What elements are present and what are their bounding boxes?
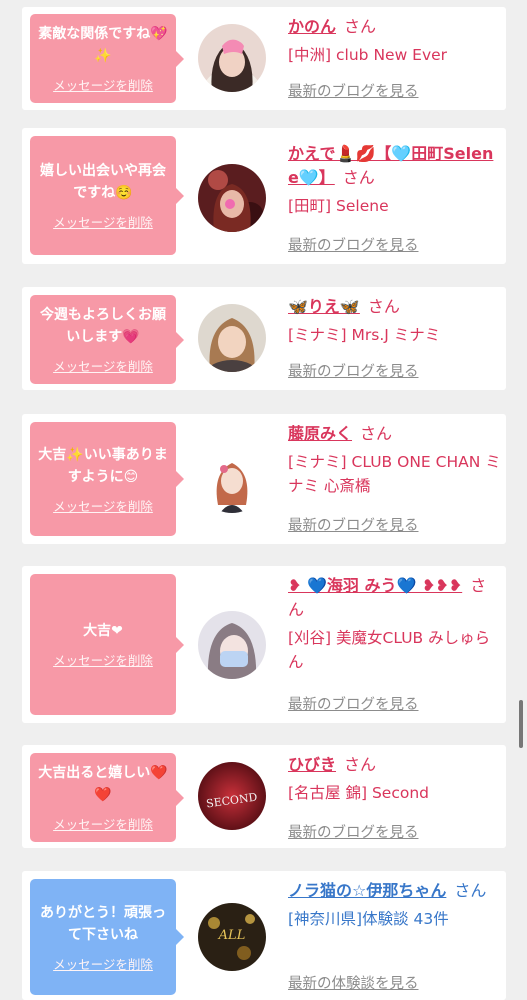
delete-message-link[interactable]: メッセージを削除 [53, 650, 153, 669]
avatar[interactable] [198, 164, 266, 232]
message-text: 大吉出ると嬉しい❤️❤️ [38, 765, 168, 803]
honorific: さん [344, 17, 377, 36]
avatar[interactable]: ALL [198, 903, 266, 971]
honorific: さん [344, 755, 377, 774]
shop-name: [田町] Selene [288, 197, 389, 215]
profile-info: ひびき さん [名古屋 錦] Second [288, 753, 502, 805]
profile-info: ❥ 💙海羽 みう💙 ❥❥❥ さん [刈谷] 美魔女CLUB みしゅらん [288, 574, 502, 674]
profile-photo-icon [198, 611, 266, 679]
shop-name: [名古屋 錦] Second [288, 784, 429, 802]
profile-photo-icon [198, 164, 266, 232]
shop-name: [ミナミ] Mrs.J ミナミ [288, 326, 441, 344]
message-bubble: 今週もよろしくお願いします💗 メッセージを削除 [30, 295, 184, 384]
message-text: 大吉✨いい事ありますように😊 [38, 446, 168, 485]
delete-message-link[interactable]: メッセージを削除 [53, 75, 153, 94]
profile-photo-icon [198, 445, 266, 513]
latest-blog-link[interactable]: 最新のブログを見る [288, 234, 419, 255]
profile-photo-icon [198, 24, 266, 92]
honorific: さん [454, 881, 487, 900]
message-bubble: 嬉しい出会いや再会ですね☺️ メッセージを削除 [30, 136, 184, 255]
avatar[interactable] [198, 611, 266, 679]
latest-blog-link[interactable]: 最新のブログを見る [288, 821, 419, 842]
message-bubble: 大吉❤ メッセージを削除 [30, 574, 184, 715]
latest-blog-link[interactable]: 最新のブログを見る [288, 360, 419, 381]
message-card: 大吉❤ メッセージを削除 ❥ 💙海羽 みう💙 ❥❥❥ さん [刈谷] 美魔女CLU… [22, 566, 506, 723]
delete-message-link[interactable]: メッセージを削除 [53, 356, 153, 375]
shop-name: [神奈川県]体験談 43件 [288, 910, 449, 928]
delete-message-link[interactable]: メッセージを削除 [53, 954, 153, 973]
avatar[interactable] [198, 304, 266, 372]
message-card: 今週もよろしくお願いします💗 メッセージを削除 🦋りえ🦋 さん [ミナミ] Mrs… [22, 287, 506, 390]
message-bubble: 大吉出ると嬉しい❤️❤️ メッセージを削除 [30, 753, 184, 842]
profile-name-link[interactable]: かえで💄💋【🩵田町Selene🩵】 [288, 144, 493, 187]
message-card: 大吉✨いい事ありますように😊 メッセージを削除 藤原みく さん [ミナミ] CLU… [22, 414, 506, 544]
delete-message-link[interactable]: メッセージを削除 [53, 496, 153, 515]
message-bubble: 素敵な関係ですね💖✨ メッセージを削除 [30, 14, 184, 103]
message-text: ありがとう！頑張って下さいね [40, 904, 166, 943]
profile-photo-icon [198, 304, 266, 372]
profile-info: ノラ猫の☆伊那ちゃん さん [神奈川県]体験談 43件 [288, 879, 502, 931]
shop-name: [中洲] club New Ever [288, 46, 448, 64]
honorific: さん [367, 297, 400, 316]
honorific: さん [342, 168, 375, 187]
latest-blog-link[interactable]: 最新のブログを見る [288, 514, 419, 535]
profile-info: かのん さん [中洲] club New Ever [288, 15, 502, 67]
scrollbar[interactable] [519, 700, 523, 748]
profile-name-link[interactable]: ❥ 💙海羽 みう💙 ❥❥❥ [288, 576, 462, 595]
message-bubble: ありがとう！頑張って下さいね メッセージを削除 [30, 879, 184, 995]
profile-info: かえで💄💋【🩵田町Selene🩵】 さん [田町] Selene [288, 142, 502, 218]
message-card: 嬉しい出会いや再会ですね☺️ メッセージを削除 かえで💄💋【🩵田町Selene🩵… [22, 128, 506, 264]
profile-photo-icon: SECOND [198, 762, 266, 830]
message-text: 素敵な関係ですね💖✨ [38, 26, 168, 64]
message-bubble: 大吉✨いい事ありますように😊 メッセージを削除 [30, 422, 184, 536]
latest-blog-link[interactable]: 最新のブログを見る [288, 693, 419, 714]
message-card: 大吉出ると嬉しい❤️❤️ メッセージを削除 SECOND ひびき さん [名古屋 … [22, 745, 506, 848]
latest-blog-link[interactable]: 最新のブログを見る [288, 80, 419, 101]
profile-photo-icon: ALL [198, 903, 266, 971]
profile-name-link[interactable]: ノラ猫の☆伊那ちゃん [288, 881, 446, 900]
latest-review-link[interactable]: 最新の体験談を見る [288, 972, 419, 993]
shop-name: [刈谷] 美魔女CLUB みしゅらん [288, 629, 491, 671]
avatar-logo-text: ALL [218, 928, 246, 943]
profile-info: 🦋りえ🦋 さん [ミナミ] Mrs.J ミナミ [288, 295, 502, 347]
message-card: ありがとう！頑張って下さいね メッセージを削除 ALL ノラ猫の☆伊那ちゃん さん… [22, 871, 506, 1000]
honorific: さん [360, 424, 393, 443]
shop-name: [ミナミ] CLUB ONE CHAN ミナミ 心斎橋 [288, 453, 501, 495]
avatar[interactable] [198, 24, 266, 92]
profile-name-link[interactable]: 藤原みく [288, 424, 352, 443]
delete-message-link[interactable]: メッセージを削除 [53, 814, 153, 833]
profile-name-link[interactable]: 🦋りえ🦋 [288, 297, 360, 316]
message-text: 嬉しい出会いや再会ですね☺️ [40, 163, 166, 201]
message-text: 今週もよろしくお願いします💗 [40, 307, 166, 345]
avatar[interactable] [198, 445, 266, 513]
message-text: 大吉❤ [83, 623, 123, 639]
profile-info: 藤原みく さん [ミナミ] CLUB ONE CHAN ミナミ 心斎橋 [288, 422, 502, 498]
avatar[interactable]: SECOND [198, 762, 266, 830]
profile-name-link[interactable]: かのん [288, 17, 336, 36]
profile-name-link[interactable]: ひびき [288, 755, 336, 774]
delete-message-link[interactable]: メッセージを削除 [53, 212, 153, 231]
message-card: 素敵な関係ですね💖✨ メッセージを削除 かのん さん [中洲] club New … [22, 7, 506, 110]
